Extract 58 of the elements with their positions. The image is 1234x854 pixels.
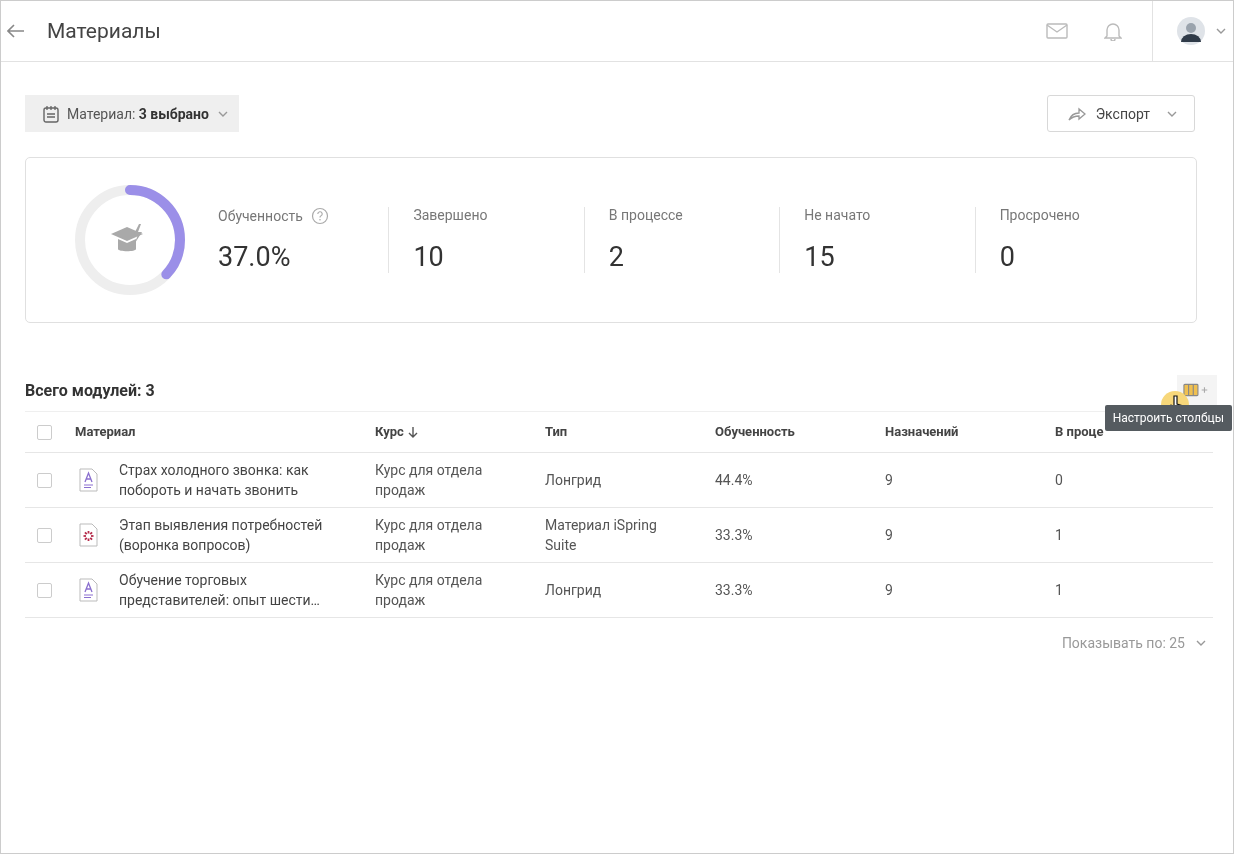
progress-cell: 44.4% <box>715 472 753 488</box>
column-header[interactable]: Обученность <box>715 422 885 442</box>
chevron-down-icon[interactable] <box>1215 27 1227 35</box>
stat-label: Не начато <box>804 207 871 223</box>
chevron-down-icon <box>1195 639 1207 647</box>
checkbox[interactable] <box>37 582 52 598</box>
help-icon <box>310 207 329 225</box>
checkbox[interactable] <box>37 527 52 543</box>
document-icon <box>79 578 98 602</box>
progress-cell: 33.3% <box>715 527 753 543</box>
stat-label: В процессе <box>608 207 683 223</box>
type-cell: Лонгрид <box>545 472 602 488</box>
in-progress-cell: 0 <box>1055 472 1063 488</box>
stat-label: Завершено <box>413 207 488 223</box>
page-title: Материалы <box>47 19 161 43</box>
filter-label: Материал: 3 выбрано <box>67 105 209 122</box>
chevron-down-icon <box>216 109 229 118</box>
mail-icon[interactable] <box>1046 23 1068 39</box>
material-link[interactable]: Этап выявления потребностей (воронка вопросов) <box>119 515 344 555</box>
in-progress-cell: 1 <box>1055 527 1063 543</box>
filter-dropdown[interactable]: Материал: 3 выбрано <box>25 95 239 132</box>
sort-arrow-icon <box>407 426 418 438</box>
assigned-cell: 9 <box>885 582 893 598</box>
stat-value: 15 <box>804 241 836 273</box>
column-header[interactable]: Тип <box>545 422 715 442</box>
checkbox[interactable] <box>37 424 52 440</box>
material-link[interactable]: Страх холодного звонка: как побороть и начать звонить <box>119 460 344 500</box>
course-cell: Курс для отдела продаж <box>375 462 483 498</box>
export-button[interactable]: Экспорт <box>1046 95 1195 132</box>
material-link[interactable]: Обучение торговых представителей: опыт шести… <box>119 570 344 610</box>
assigned-cell: 9 <box>885 472 893 488</box>
type-cell: Материал iSpring Suite <box>545 517 657 553</box>
document-icon <box>79 468 98 492</box>
stat-label: Обученность <box>218 208 303 224</box>
column-header[interactable]: Назначений <box>885 422 1055 442</box>
avatar-icon[interactable] <box>1177 17 1205 45</box>
stat-label: Просрочено <box>999 207 1080 223</box>
ispring-file-icon <box>79 523 98 547</box>
chevron-down-icon <box>1166 109 1178 118</box>
back-arrow-icon[interactable] <box>7 24 25 38</box>
stat-value: 0 <box>999 241 1016 273</box>
share-arrow-icon <box>1067 106 1086 121</box>
column-header[interactable]: Материал <box>75 422 375 442</box>
course-cell: Курс для отдела продаж <box>375 517 483 553</box>
type-cell: Лонгрид <box>545 582 602 598</box>
assigned-cell: 9 <box>885 527 893 543</box>
progress-cell: 33.3% <box>715 582 753 598</box>
stat-value: 10 <box>413 241 445 273</box>
column-header[interactable]: Курс <box>375 422 545 442</box>
course-cell: Курс для отдела продаж <box>375 572 483 608</box>
tooltip: Настроить столбцы <box>1104 405 1232 431</box>
bell-icon[interactable] <box>1104 21 1122 41</box>
total-count: Всего модулей: 3 <box>25 380 155 400</box>
in-progress-cell: 1 <box>1055 582 1063 598</box>
checkbox[interactable] <box>37 472 52 488</box>
stat-value: 37.0% <box>218 241 292 273</box>
calendar-icon <box>43 104 59 123</box>
stat-value: 2 <box>608 241 625 273</box>
